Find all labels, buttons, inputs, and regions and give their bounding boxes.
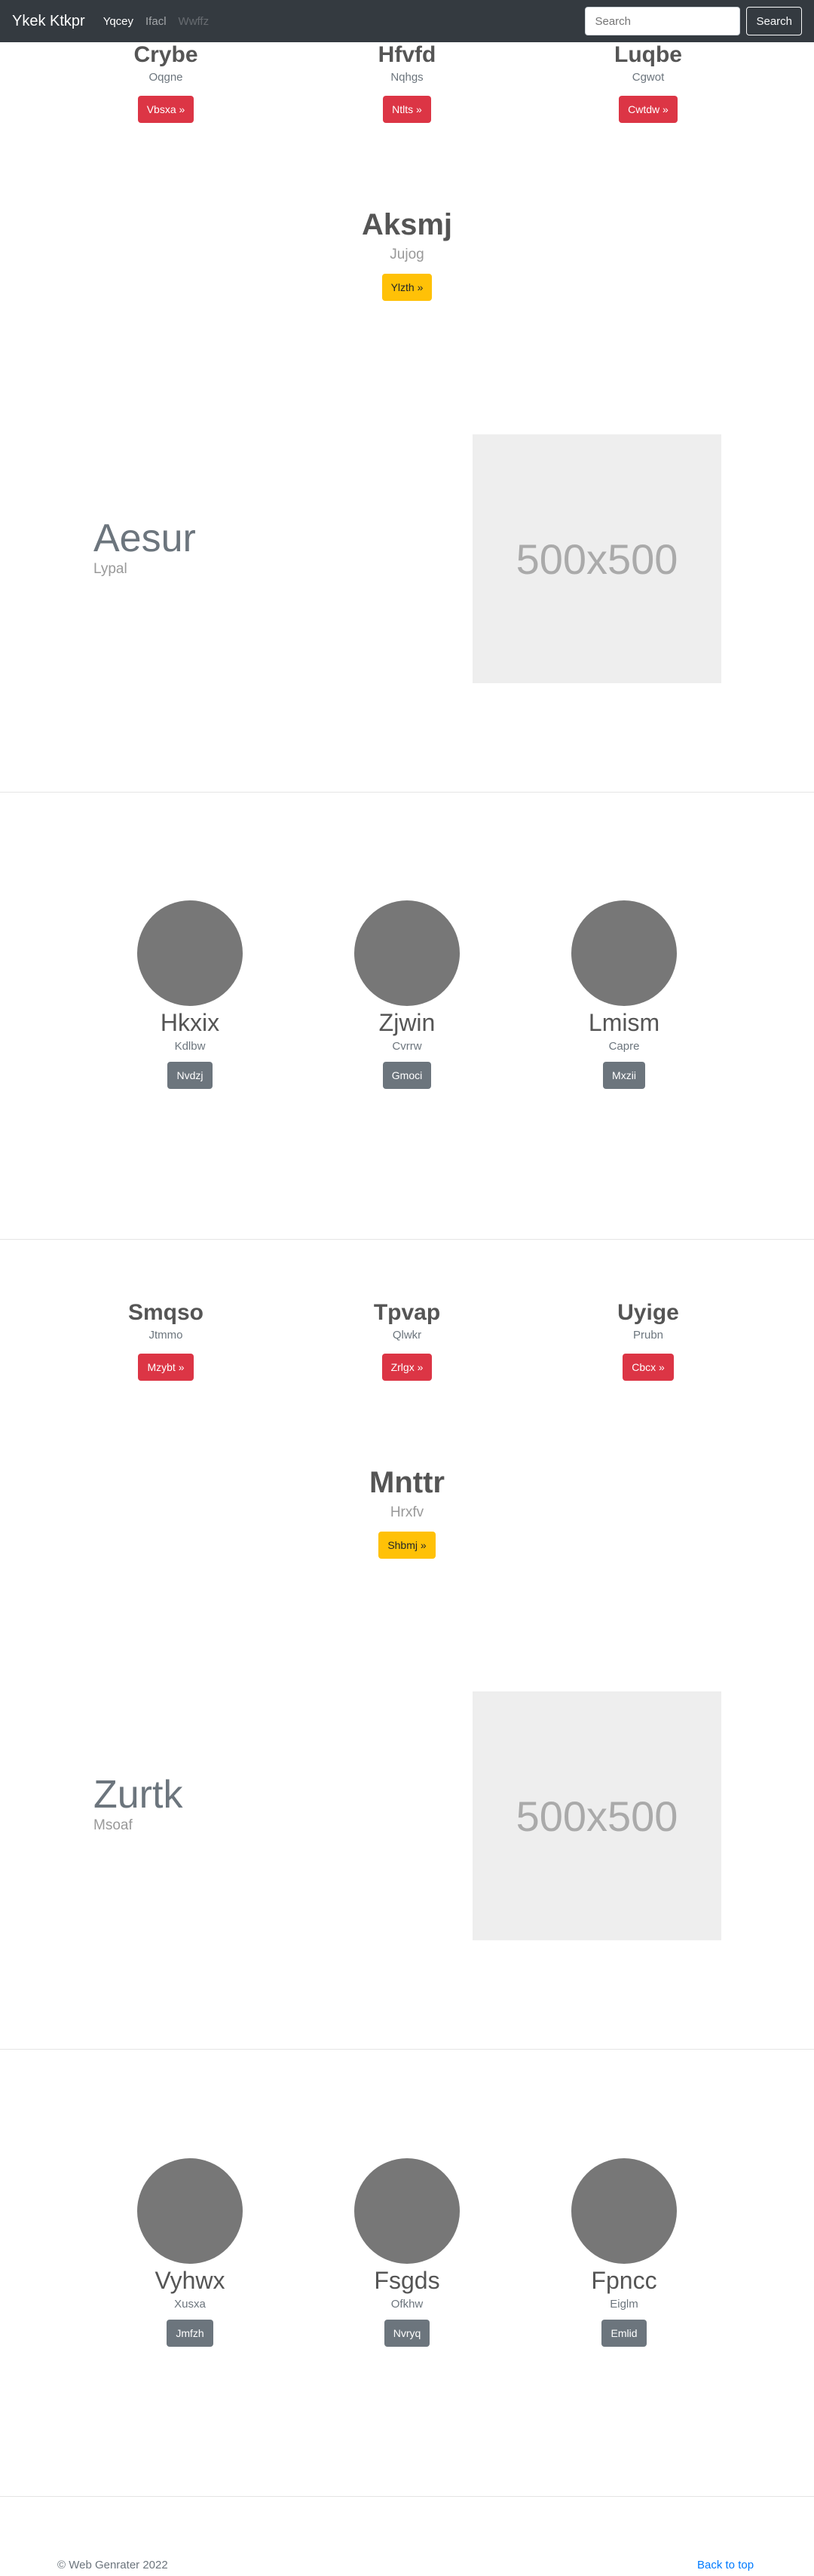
card-name: Lmism [588, 1009, 660, 1036]
column-6: Uyige Prubn Cbcx » [573, 1300, 724, 1381]
back-to-top-link[interactable]: Back to top [697, 2559, 754, 2571]
brand[interactable]: Ykek Ktkpr [12, 13, 85, 30]
card-name: Zjwin [378, 1009, 436, 1036]
footer-copyright: © Web Genrater 2022 [57, 2559, 168, 2571]
nav-link-1[interactable]: Yqcey [103, 15, 133, 28]
column-3: Luqbe Cgwot Cwtdw » [573, 42, 724, 123]
hero-text-2: Zurtk Msoaf [93, 1772, 182, 1834]
circle-card-2: Zjwin Cvrrw Gmoci [332, 900, 482, 1089]
card-name: Fpncc [591, 2267, 657, 2294]
search-button[interactable]: Search [746, 7, 802, 35]
feature-button[interactable]: Shbmj » [378, 1532, 436, 1559]
column-sub: Cgwot [632, 71, 665, 84]
feature-block: Aksmj Jujog Ylzth » [256, 208, 558, 301]
column-sub: Jtmmo [148, 1329, 183, 1342]
divider [0, 2049, 814, 2050]
feature-sub: Jujog [390, 247, 424, 262]
nav-link-2[interactable]: Ifacl [145, 15, 167, 28]
column-title: Luqbe [614, 42, 682, 67]
column-button[interactable]: Cwtdw » [619, 96, 678, 123]
avatar-circle [137, 900, 243, 1006]
circle-card-3: Lmism Capre Mxzii [549, 900, 699, 1089]
card-name: Hkxix [160, 1009, 220, 1036]
circle-card-5: Fsgds Ofkhw Nvryq [332, 2158, 482, 2347]
column-5: Tpvap Qlwkr Zrlgx » [332, 1300, 482, 1381]
hero-sub: Msoaf [93, 1817, 133, 1833]
column-sub: Nqhgs [390, 71, 424, 84]
card-sub: Capre [608, 1040, 640, 1053]
divider [0, 2496, 814, 2497]
search-form: Search [585, 7, 802, 35]
card-button[interactable]: Jmfzh [167, 2320, 213, 2347]
column-button[interactable]: Zrlgx » [381, 1354, 433, 1381]
card-button[interactable]: Nvdzj [167, 1062, 213, 1089]
card-sub: Ofkhw [390, 2298, 424, 2311]
hero-sub: Lypal [93, 561, 127, 577]
feature-block-2: Mnttr Hrxfv Shbmj » [256, 1466, 558, 1559]
hero-title: Aesur [93, 517, 196, 560]
placeholder-image: 500x500 [473, 434, 721, 683]
nav-link-3[interactable]: Wwffz [179, 15, 210, 28]
placeholder-image-2: 500x500 [473, 1691, 721, 1940]
card-button[interactable]: Emlid [601, 2320, 647, 2347]
card-button[interactable]: Gmoci [382, 1062, 432, 1089]
hero-title: Zurtk [93, 1773, 183, 1817]
avatar-circle [571, 2158, 677, 2264]
card-sub: Eiglm [610, 2298, 638, 2311]
feature-sub: Hrxfv [390, 1504, 424, 1520]
search-input[interactable] [585, 7, 741, 35]
circle-card-6: Fpncc Eiglm Emlid [549, 2158, 699, 2347]
column-sub: Oqgne [148, 71, 183, 84]
column-button[interactable]: Ntlts » [383, 96, 431, 123]
feature-button[interactable]: Ylzth » [381, 274, 433, 301]
column-title: Hfvfd [378, 42, 436, 67]
column-title: Uyige [617, 1300, 679, 1325]
avatar-circle [571, 900, 677, 1006]
column-sub: Prubn [632, 1329, 664, 1342]
column-sub: Qlwkr [392, 1329, 422, 1342]
navbar: Ykek Ktkpr Yqcey Ifacl Wwffz Search [0, 0, 814, 42]
column-title: Smqso [127, 1300, 204, 1325]
card-sub: Xusxa [174, 2298, 206, 2311]
column-button[interactable]: Vbsxa » [137, 96, 194, 123]
avatar-circle [354, 900, 460, 1006]
avatar-circle [354, 2158, 460, 2264]
card-name: Vyhwx [155, 2267, 225, 2294]
column-button[interactable]: Mzybt » [138, 1354, 194, 1381]
column-4: Smqso Jtmmo Mzybt » [90, 1300, 241, 1381]
column-2: Hfvfd Nqhgs Ntlts » [332, 42, 482, 123]
hero-text: Aesur Lypal [93, 516, 196, 578]
feature-title: Mnttr [369, 1466, 445, 1499]
circle-card-1: Hkxix Kdlbw Nvdzj [115, 900, 265, 1089]
card-button[interactable]: Nvryq [384, 2320, 430, 2347]
column-title: Crybe [133, 42, 198, 67]
column-1: Crybe Oqgne Vbsxa » [90, 42, 241, 123]
card-button[interactable]: Mxzii [603, 1062, 645, 1089]
avatar-circle [137, 2158, 243, 2264]
divider [0, 792, 814, 793]
card-sub: Cvrrw [392, 1040, 422, 1053]
feature-title: Aksmj [361, 208, 453, 241]
divider [0, 1239, 814, 1240]
column-button[interactable]: Cbcx » [623, 1354, 674, 1381]
card-sub: Kdlbw [174, 1040, 206, 1053]
circle-card-4: Vyhwx Xusxa Jmfzh [115, 2158, 265, 2347]
column-title: Tpvap [373, 1300, 441, 1325]
card-name: Fsgds [374, 2267, 440, 2294]
